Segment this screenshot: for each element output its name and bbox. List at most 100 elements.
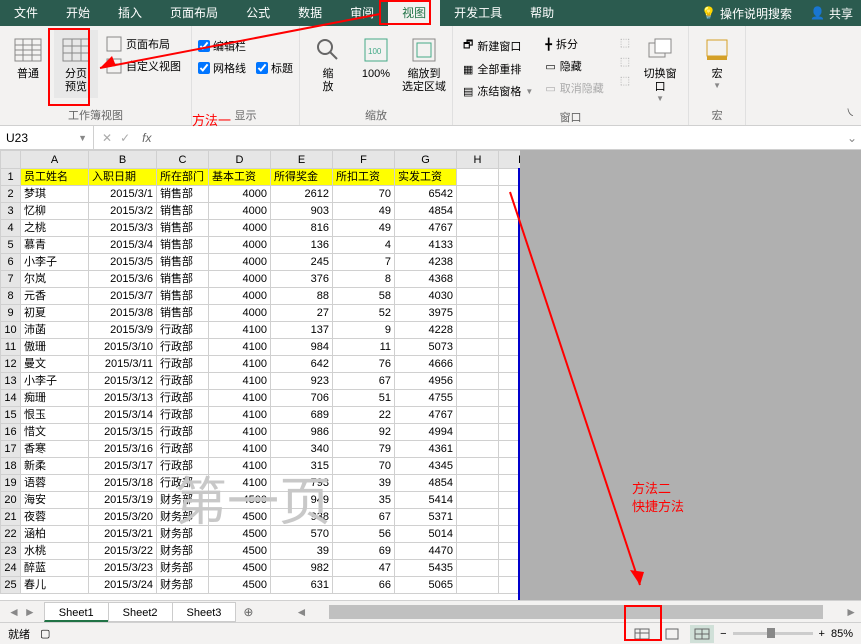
cell[interactable]: [457, 509, 499, 526]
cell[interactable]: 惜文: [21, 424, 89, 441]
zoom-button[interactable]: 缩 放: [306, 30, 350, 98]
cell[interactable]: 曼文: [21, 356, 89, 373]
cell[interactable]: 4: [333, 237, 395, 254]
cell[interactable]: 4000: [209, 271, 271, 288]
cell[interactable]: 69: [333, 543, 395, 560]
zoom-level[interactable]: 85%: [831, 628, 853, 640]
cell[interactable]: 2015/3/11: [89, 356, 157, 373]
cell[interactable]: 39: [271, 543, 333, 560]
cell[interactable]: 4100: [209, 373, 271, 390]
cell[interactable]: 47: [333, 560, 395, 577]
row-header[interactable]: 24: [1, 560, 21, 577]
cell[interactable]: 923: [271, 373, 333, 390]
cell[interactable]: [457, 339, 499, 356]
cell[interactable]: 2015/3/22: [89, 543, 157, 560]
tab-scroll-left-button[interactable]: ◄: [8, 605, 20, 619]
cell[interactable]: 5065: [395, 577, 457, 594]
cell[interactable]: 2015/3/20: [89, 509, 157, 526]
cell[interactable]: 销售部: [157, 220, 209, 237]
col-header-F[interactable]: F: [333, 151, 395, 169]
cell[interactable]: 2015/3/7: [89, 288, 157, 305]
cell[interactable]: 2015/3/15: [89, 424, 157, 441]
cell[interactable]: 2612: [271, 186, 333, 203]
cell[interactable]: 4100: [209, 322, 271, 339]
cell[interactable]: 财务部: [157, 560, 209, 577]
cell[interactable]: 2015/3/18: [89, 475, 157, 492]
cell[interactable]: 949: [271, 492, 333, 509]
cell[interactable]: 49: [333, 203, 395, 220]
zoom-in-button[interactable]: +: [819, 628, 825, 640]
cell[interactable]: 行政部: [157, 458, 209, 475]
cell[interactable]: 员工姓名: [21, 169, 89, 186]
cell[interactable]: 315: [271, 458, 333, 475]
cell[interactable]: 2015/3/10: [89, 339, 157, 356]
zoom-slider[interactable]: [733, 632, 813, 635]
fx-icon[interactable]: fx: [138, 131, 155, 145]
cell[interactable]: 2015/3/21: [89, 526, 157, 543]
cell[interactable]: 88: [271, 288, 333, 305]
cell[interactable]: 财务部: [157, 492, 209, 509]
cell[interactable]: 70: [333, 458, 395, 475]
cell[interactable]: 4000: [209, 254, 271, 271]
cell[interactable]: 66: [333, 577, 395, 594]
zoom-100-button[interactable]: 100 100%: [354, 30, 398, 85]
cell[interactable]: 2015/3/1: [89, 186, 157, 203]
cell[interactable]: [457, 475, 499, 492]
cell[interactable]: 5414: [395, 492, 457, 509]
tab-scroll-right-button[interactable]: ►: [24, 605, 36, 619]
menu-公式[interactable]: 公式: [232, 0, 284, 26]
cell[interactable]: 4345: [395, 458, 457, 475]
cell[interactable]: 2015/3/19: [89, 492, 157, 509]
cell[interactable]: 忆柳: [21, 203, 89, 220]
row-header[interactable]: 12: [1, 356, 21, 373]
record-macro-icon[interactable]: ▢: [40, 627, 50, 640]
cell[interactable]: 2015/3/6: [89, 271, 157, 288]
row-header[interactable]: 8: [1, 288, 21, 305]
cell[interactable]: 4100: [209, 441, 271, 458]
cell[interactable]: [457, 543, 499, 560]
row-header[interactable]: 5: [1, 237, 21, 254]
cell[interactable]: 4368: [395, 271, 457, 288]
cell[interactable]: 恨玉: [21, 407, 89, 424]
cell[interactable]: [457, 373, 499, 390]
cell[interactable]: 醉蓝: [21, 560, 89, 577]
cell[interactable]: 小李子: [21, 254, 89, 271]
cell[interactable]: 4956: [395, 373, 457, 390]
cell[interactable]: 4100: [209, 356, 271, 373]
expand-formula-button[interactable]: ⌄: [843, 131, 861, 145]
cell[interactable]: 香寒: [21, 441, 89, 458]
cell[interactable]: 销售部: [157, 203, 209, 220]
page-break-preview-button[interactable]: 分页 预览: [54, 30, 98, 98]
row-header[interactable]: 3: [1, 203, 21, 220]
cell[interactable]: 2015/3/17: [89, 458, 157, 475]
cell[interactable]: 行政部: [157, 390, 209, 407]
col-header-A[interactable]: A: [21, 151, 89, 169]
cell[interactable]: 4100: [209, 475, 271, 492]
add-sheet-button[interactable]: ⊕: [235, 605, 261, 619]
cell[interactable]: 尔岚: [21, 271, 89, 288]
cell[interactable]: 之桃: [21, 220, 89, 237]
hide-button[interactable]: ▭隐藏: [541, 56, 607, 76]
cell[interactable]: 4238: [395, 254, 457, 271]
cell[interactable]: 4000: [209, 305, 271, 322]
cell[interactable]: [457, 441, 499, 458]
cell[interactable]: 实发工资: [395, 169, 457, 186]
cell[interactable]: [457, 390, 499, 407]
cell[interactable]: [457, 254, 499, 271]
cell[interactable]: 初夏: [21, 305, 89, 322]
row-header[interactable]: 4: [1, 220, 21, 237]
cell[interactable]: 4854: [395, 203, 457, 220]
cell[interactable]: 3975: [395, 305, 457, 322]
zoom-to-selection-button[interactable]: 缩放到 选定区域: [402, 30, 446, 98]
name-box-input[interactable]: [6, 131, 66, 145]
cell[interactable]: 傲珊: [21, 339, 89, 356]
col-header-D[interactable]: D: [209, 151, 271, 169]
cell[interactable]: 财务部: [157, 543, 209, 560]
row-header[interactable]: 1: [1, 169, 21, 186]
cell[interactable]: 6542: [395, 186, 457, 203]
page-break-status-button[interactable]: [690, 625, 714, 643]
cell[interactable]: 2015/3/8: [89, 305, 157, 322]
cell[interactable]: 2015/3/3: [89, 220, 157, 237]
cell[interactable]: 340: [271, 441, 333, 458]
cell[interactable]: 4500: [209, 526, 271, 543]
